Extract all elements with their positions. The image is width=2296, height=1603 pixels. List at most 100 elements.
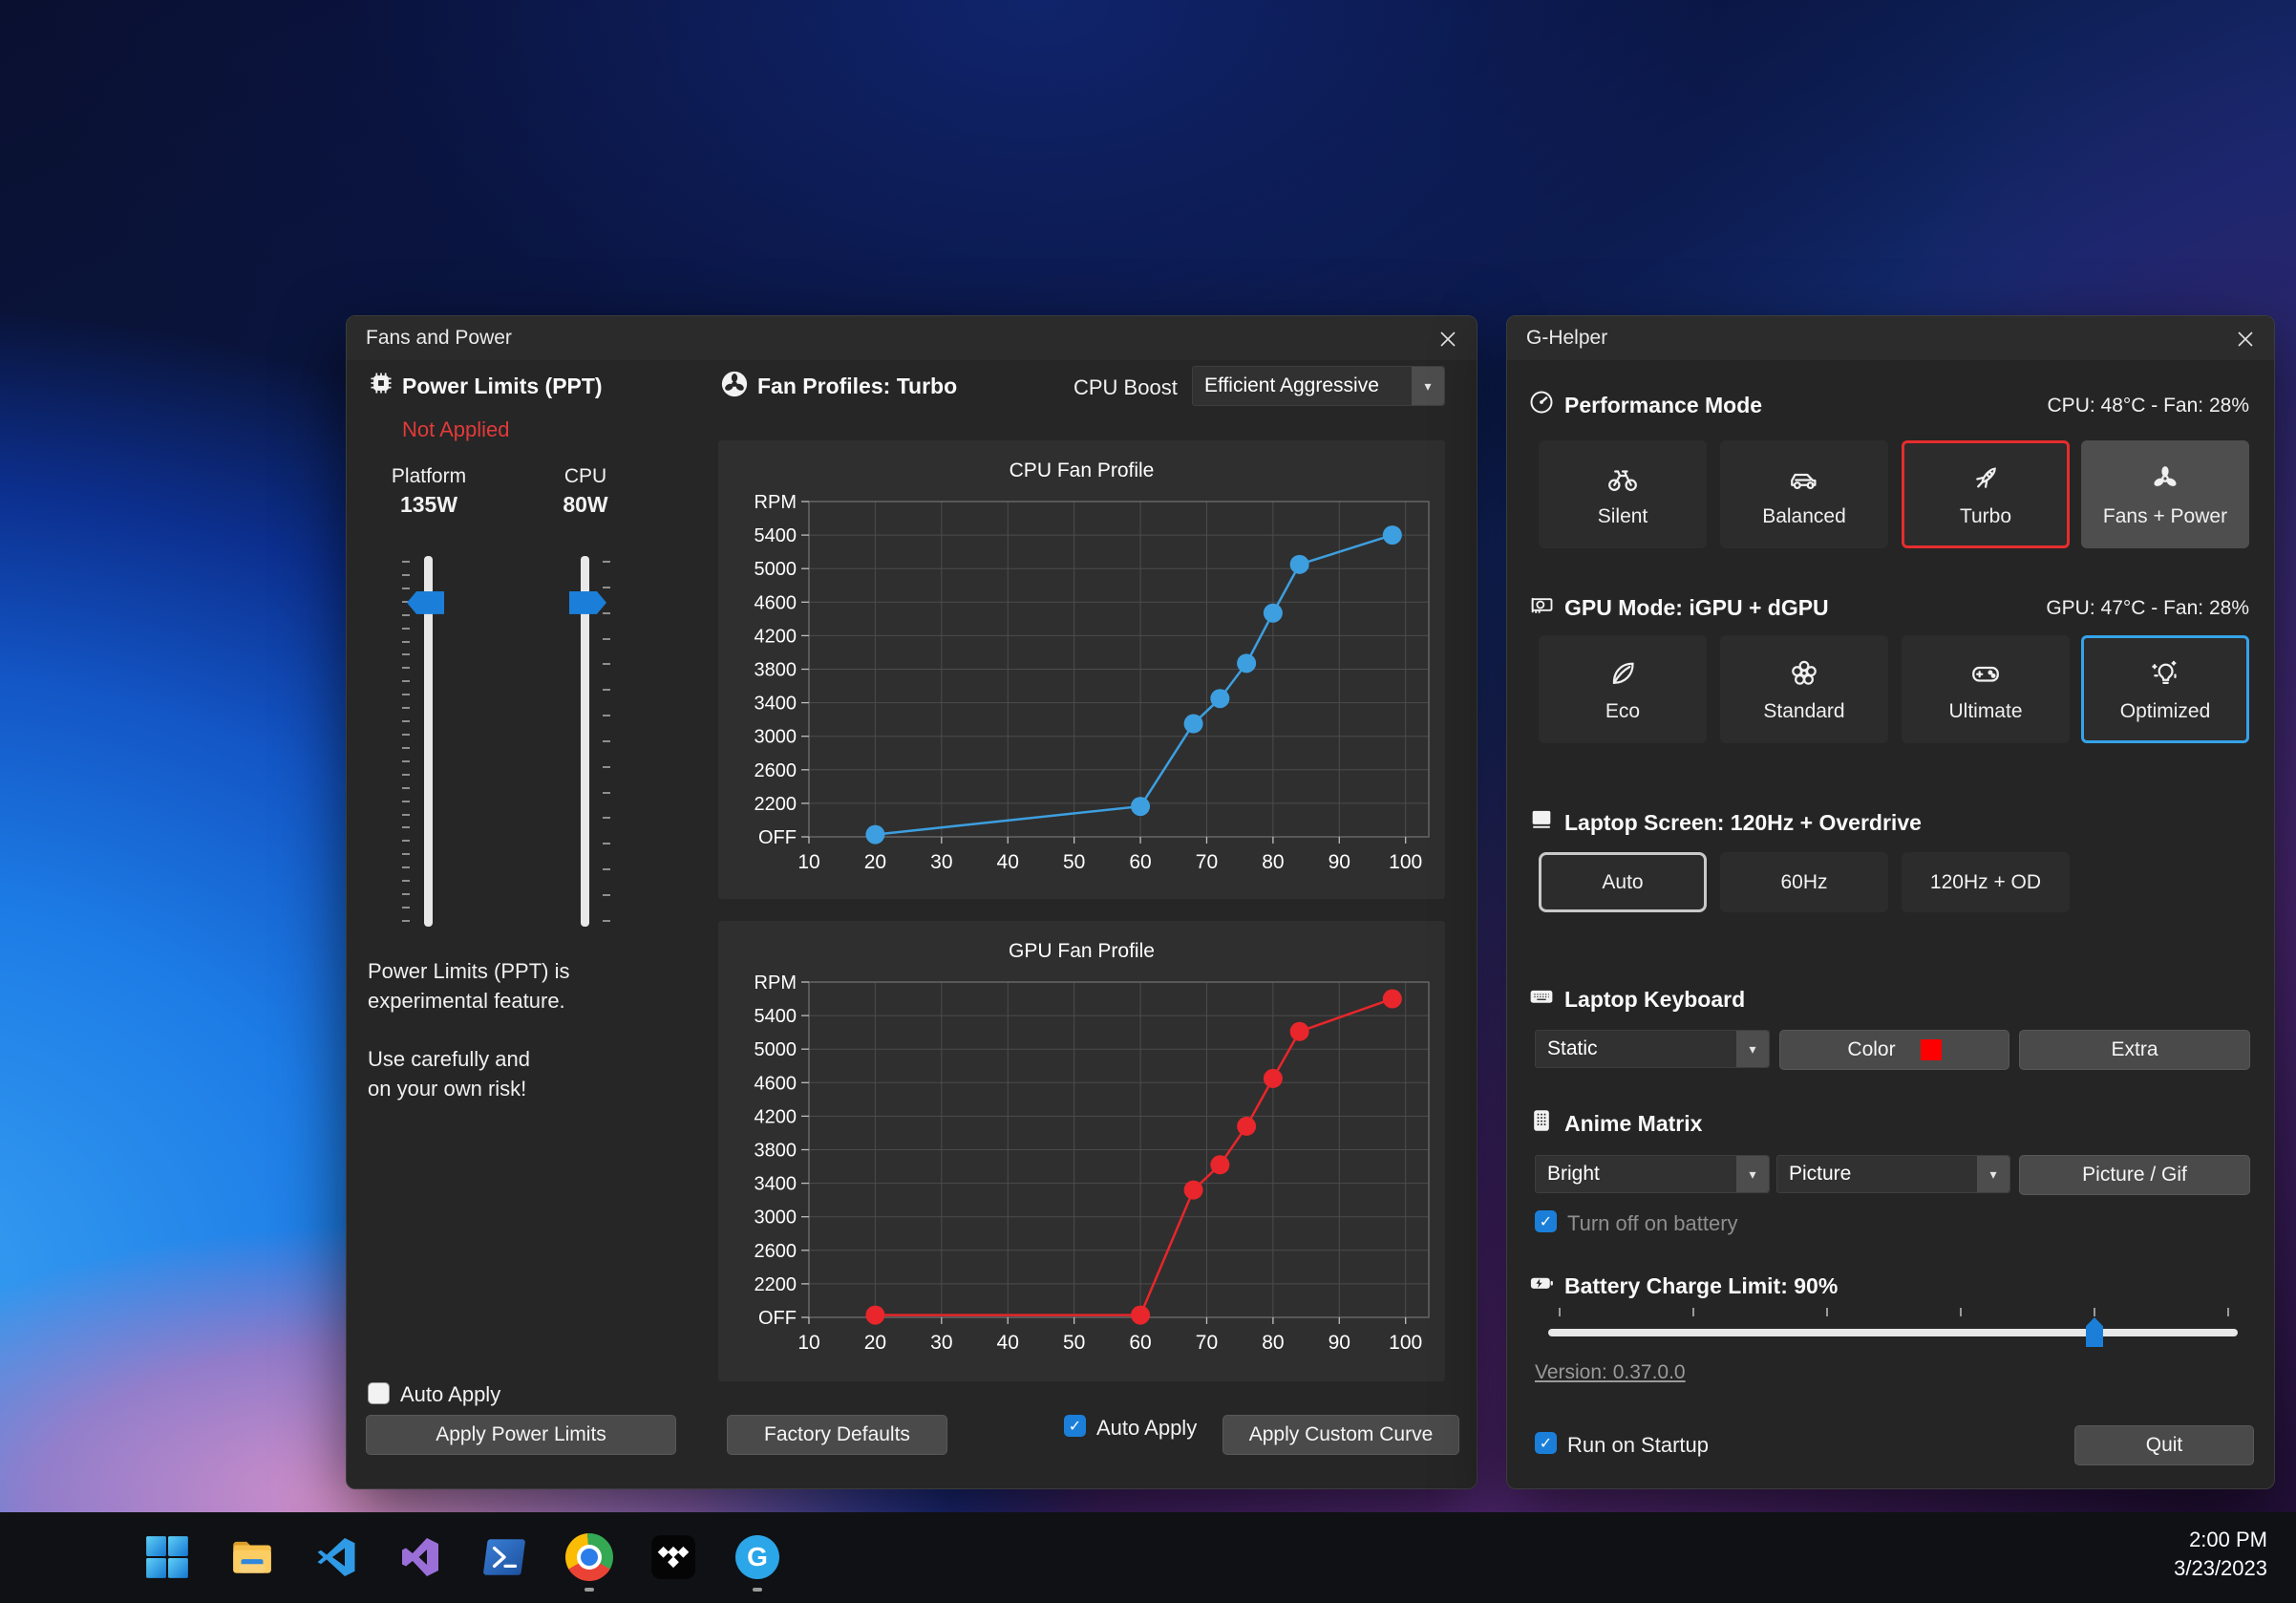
cpu-fan-chart-panel[interactable]: CPU Fan ProfileOFF2200260030003400380042…	[718, 440, 1445, 899]
fan-curve-point[interactable]	[1264, 1069, 1283, 1088]
svg-text:5000: 5000	[755, 559, 797, 580]
svg-text:60: 60	[1129, 1332, 1151, 1354]
gpu-card-icon	[1528, 591, 1555, 623]
factory-defaults-button[interactable]: Factory Defaults	[727, 1415, 947, 1455]
keyboard-color-label: Color	[1847, 1038, 1895, 1061]
car-icon	[1787, 461, 1821, 496]
chevron-down-icon[interactable]: ▾	[1412, 367, 1444, 405]
screen-icon	[1528, 805, 1555, 837]
chevron-down-icon[interactable]: ▾	[1736, 1156, 1769, 1192]
cpu-fan-chart[interactable]: CPU Fan ProfileOFF2200260030003400380042…	[718, 440, 1445, 899]
fan-curve-point[interactable]	[1383, 990, 1402, 1009]
screen-option-120hz-od[interactable]: 120Hz + OD	[1902, 852, 2070, 912]
svg-text:3800: 3800	[755, 660, 797, 681]
curve-auto-apply-checkbox[interactable]: ✓	[1064, 1415, 1086, 1437]
fan-curve-point[interactable]	[1210, 689, 1229, 708]
battery-slider-thumb[interactable]	[2086, 1317, 2103, 1347]
mode-tile-balanced[interactable]: Balanced	[1720, 440, 1888, 548]
mode-tile-fans-power[interactable]: Fans + Power	[2081, 440, 2249, 548]
close-icon[interactable]	[1433, 324, 1463, 354]
running-indicator	[753, 1588, 762, 1592]
gamepad-icon	[1968, 656, 2003, 691]
gpu-tile-standard[interactable]: Standard	[1720, 635, 1888, 743]
gpu-fan-chart[interactable]: GPU Fan ProfileOFF2200260030003400380042…	[718, 921, 1445, 1381]
fan-profiles-heading: Fan Profiles: Turbo	[757, 374, 957, 399]
taskbar-powershell-icon[interactable]	[474, 1527, 535, 1588]
anime-matrix-icon	[1528, 1107, 1555, 1139]
anime-picture-gif-button[interactable]: Picture / Gif	[2019, 1155, 2250, 1195]
quit-button[interactable]: Quit	[2074, 1425, 2254, 1465]
taskbar-vscode-icon[interactable]	[306, 1527, 367, 1588]
fan-curve-point[interactable]	[1290, 1022, 1309, 1041]
svg-text:10: 10	[797, 851, 819, 873]
svg-text:60: 60	[1129, 851, 1151, 873]
fan-curve-point[interactable]	[865, 825, 884, 844]
fan-curve-point[interactable]	[1210, 1155, 1229, 1174]
taskbar-ghelper-icon[interactable]: G	[727, 1527, 788, 1588]
mode-tile-turbo[interactable]: Turbo	[1902, 440, 2070, 548]
tile-label: Turbo	[1960, 505, 2011, 528]
keyboard-mode-dropdown[interactable]: Static ▾	[1535, 1030, 1770, 1068]
fan-curve-point[interactable]	[1264, 604, 1283, 623]
screen-option-60hz[interactable]: 60Hz	[1720, 852, 1888, 912]
chevron-down-icon[interactable]: ▾	[1736, 1031, 1769, 1067]
gauge-icon	[1528, 389, 1555, 420]
taskbar-tidal-icon[interactable]	[643, 1527, 704, 1588]
cpu-slider-value: 80W	[522, 492, 648, 518]
curve-auto-apply-label: Auto Apply	[1096, 1416, 1197, 1441]
svg-text:50: 50	[1063, 851, 1085, 873]
keyboard-extra-button[interactable]: Extra	[2019, 1030, 2250, 1070]
startup-checkbox[interactable]: ✓	[1535, 1432, 1557, 1454]
version-link[interactable]: Version: 0.37.0.0	[1535, 1361, 1686, 1384]
svg-text:100: 100	[1389, 851, 1422, 873]
cpu-slider-thumb[interactable]	[569, 591, 606, 614]
anime-brightness-dropdown[interactable]: Bright ▾	[1535, 1155, 1770, 1193]
tile-label: Fans + Power	[2103, 505, 2227, 528]
power-auto-apply-label: Auto Apply	[400, 1382, 500, 1407]
apply-power-limits-button[interactable]: Apply Power Limits	[366, 1415, 676, 1455]
gpu-tile-ultimate[interactable]: Ultimate	[1902, 635, 2070, 743]
power-auto-apply-checkbox[interactable]	[368, 1382, 390, 1404]
gpu-fan-chart-panel[interactable]: GPU Fan ProfileOFF2200260030003400380042…	[718, 921, 1445, 1381]
ghelper-titlebar[interactable]: G-Helper	[1507, 316, 2274, 360]
fan-curve-point[interactable]	[1131, 797, 1150, 816]
platform-slider-thumb[interactable]	[407, 591, 444, 614]
chart-title: GPU Fan Profile	[1009, 940, 1155, 962]
close-icon[interactable]	[2230, 324, 2261, 354]
fan-curve-point[interactable]	[1131, 1306, 1150, 1325]
fan-curve-point[interactable]	[1237, 653, 1256, 673]
tray-date: 3/23/2023	[2174, 1554, 2267, 1583]
power-limits-note-2: Use carefully and on your own risk!	[368, 1044, 530, 1103]
fan-curve-point[interactable]	[1184, 1181, 1203, 1200]
taskbar-chrome-icon[interactable]	[559, 1527, 620, 1588]
svg-text:4600: 4600	[755, 1073, 797, 1094]
taskbar-start-icon[interactable]	[137, 1527, 198, 1588]
svg-text:3400: 3400	[755, 1174, 797, 1195]
fans-window-titlebar[interactable]: Fans and Power	[347, 316, 1477, 360]
fan-curve-point[interactable]	[1290, 555, 1309, 574]
cpu-boost-dropdown[interactable]: Efficient Aggressive ▾	[1192, 366, 1445, 406]
screen-option-auto[interactable]: Auto	[1539, 852, 1707, 912]
chevron-down-icon[interactable]: ▾	[1977, 1156, 2009, 1192]
svg-text:80: 80	[1262, 1332, 1284, 1354]
cpu-temp-status: CPU: 48°C - Fan: 28%	[2048, 395, 2249, 417]
svg-text:2600: 2600	[755, 760, 797, 781]
fan-curve-point[interactable]	[1237, 1117, 1256, 1136]
taskbar-explorer-icon[interactable]	[222, 1527, 283, 1588]
startup-label: Run on Startup	[1567, 1433, 1709, 1458]
keyboard-color-button[interactable]: Color	[1779, 1030, 2009, 1070]
fan-curve-point[interactable]	[1383, 525, 1402, 545]
anime-battery-checkbox[interactable]: ✓	[1535, 1210, 1557, 1232]
battery-slider[interactable]	[1548, 1329, 2238, 1336]
gpu-tile-optimized[interactable]: Optimized	[2081, 635, 2249, 743]
gpu-tile-eco[interactable]: Eco	[1539, 635, 1707, 743]
anime-mode-dropdown[interactable]: Picture ▾	[1776, 1155, 2010, 1193]
fan-curve-point[interactable]	[1184, 715, 1203, 734]
svg-text:30: 30	[930, 1332, 952, 1354]
fan-curve-point[interactable]	[865, 1306, 884, 1325]
tray-clock[interactable]: 2:00 PM 3/23/2023	[2174, 1526, 2267, 1583]
taskbar-visual-studio-icon[interactable]	[390, 1527, 451, 1588]
mode-tile-silent[interactable]: Silent	[1539, 440, 1707, 548]
apply-custom-curve-button[interactable]: Apply Custom Curve	[1222, 1415, 1459, 1455]
tile-label: Standard	[1763, 700, 1844, 723]
